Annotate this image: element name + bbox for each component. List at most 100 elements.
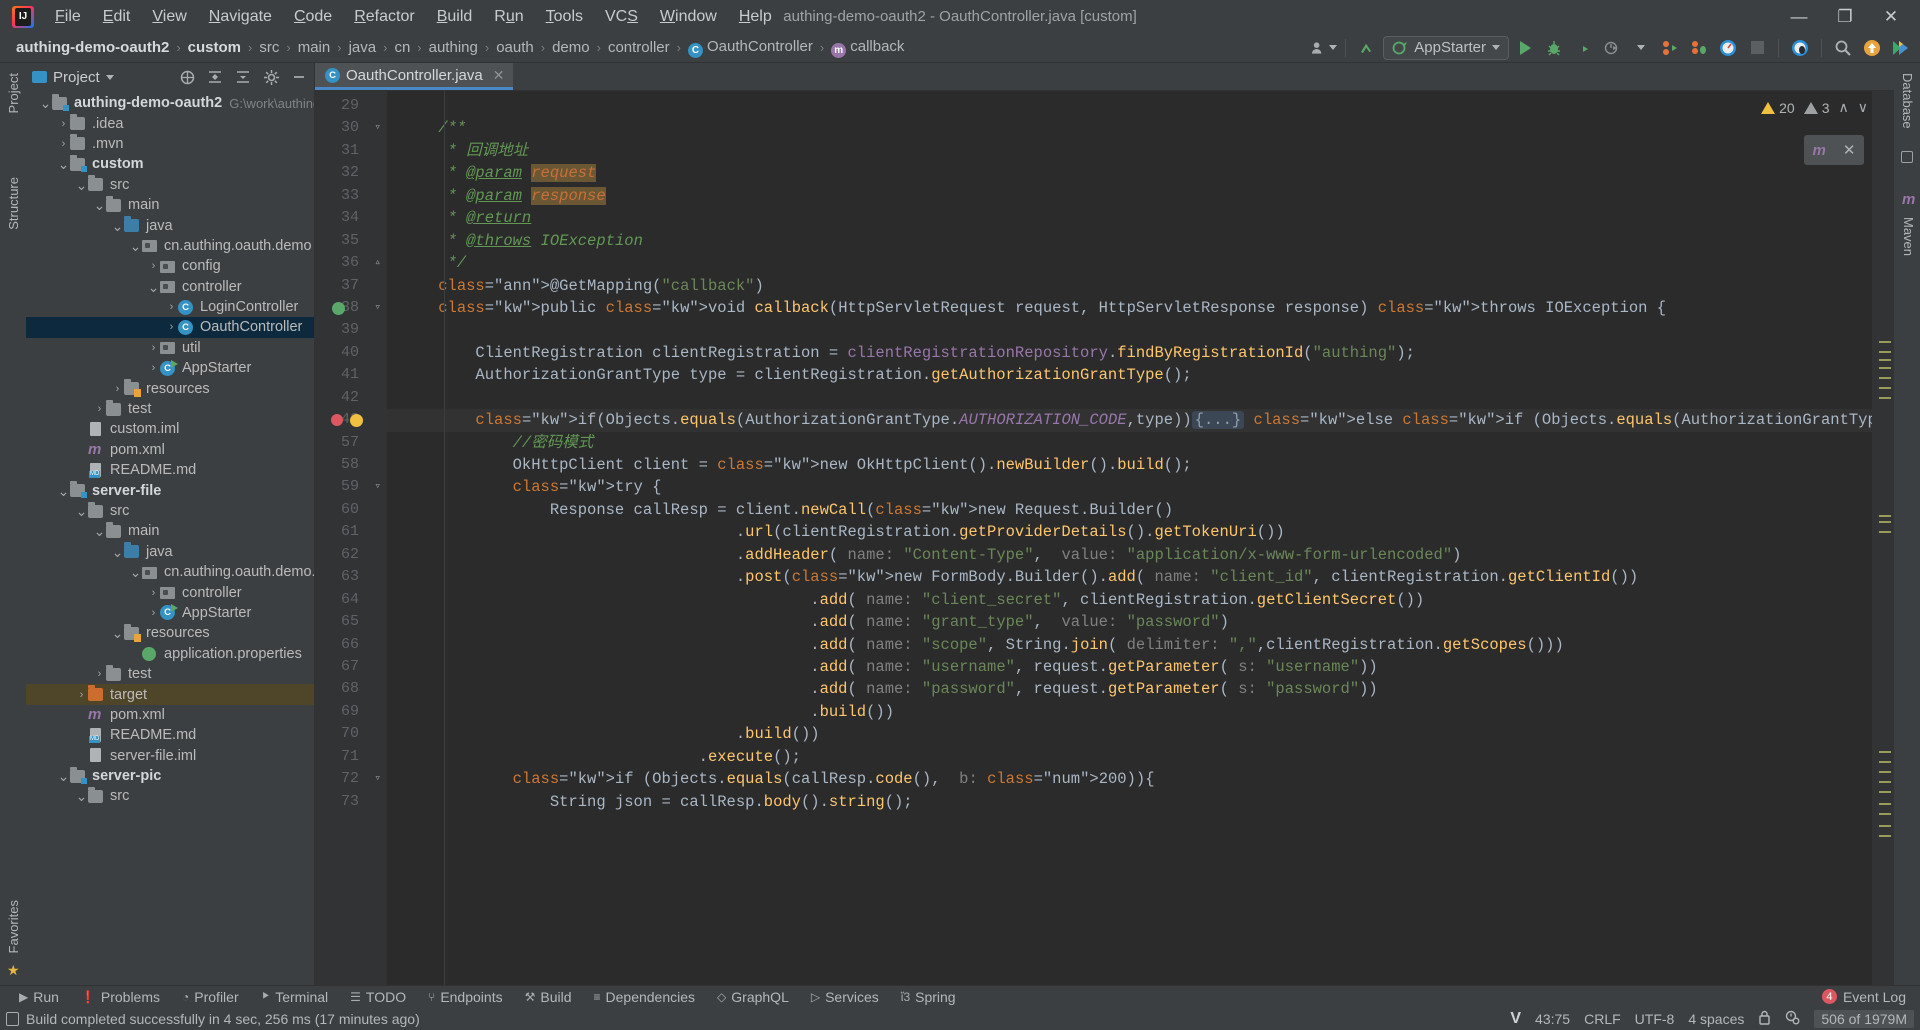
caret-position[interactable]: 43:75 xyxy=(1535,1011,1570,1027)
tree-node-test[interactable]: ›test xyxy=(26,664,314,684)
intention-bulb-icon[interactable] xyxy=(350,414,363,427)
tool-window-todo[interactable]: ☰TODO xyxy=(339,989,417,1005)
tool-window-build[interactable]: ⚒Build xyxy=(514,989,583,1005)
error-stripe-mark[interactable] xyxy=(1879,341,1891,343)
code-line-42[interactable] xyxy=(387,387,1872,409)
chevron-right-icon[interactable]: › xyxy=(93,403,106,415)
chevron-right-icon[interactable]: › xyxy=(57,138,70,150)
tool-window-services[interactable]: ▷Services xyxy=(800,989,890,1005)
gutter-line-31[interactable]: 31 xyxy=(315,140,387,162)
select-opened-file-icon[interactable] xyxy=(176,66,198,88)
code-line-73[interactable]: String json = callResp.body().string(); xyxy=(387,791,1872,813)
chevron-down-icon[interactable]: ⌄ xyxy=(57,487,70,495)
code-line-67[interactable]: .add( name: "username", request.getParam… xyxy=(387,656,1872,678)
next-highlight-icon[interactable]: ∨ xyxy=(1858,99,1868,116)
breadcrumb-item-cn[interactable]: cn xyxy=(392,39,412,56)
gutter-line-60[interactable]: 60 xyxy=(315,499,387,521)
error-stripe-mark[interactable] xyxy=(1879,751,1891,753)
tree-node-readme-md[interactable]: ›README.md xyxy=(26,725,314,745)
tree-node-server-file-iml[interactable]: ›server-file.iml xyxy=(26,746,314,766)
gutter-line-37[interactable]: 37 xyxy=(315,275,387,297)
settings-gear-icon[interactable] xyxy=(260,66,282,88)
menu-window[interactable]: Window xyxy=(649,4,728,30)
code-line-58[interactable]: OkHttpClient client = class="kw">new OkH… xyxy=(387,454,1872,476)
dashboard-debug-icon[interactable] xyxy=(1787,36,1813,60)
code-fold-icon[interactable]: ▿ xyxy=(370,774,381,785)
tree-node-custom[interactable]: ⌄custom xyxy=(26,154,314,174)
code-line-37[interactable]: class="ann">@GetMapping("callback") xyxy=(387,275,1872,297)
chevron-right-icon[interactable]: › xyxy=(165,301,178,313)
tree-node-pom-xml[interactable]: ›mpom.xml xyxy=(26,440,314,460)
gutter-line-59[interactable]: 59▿ xyxy=(315,476,387,498)
code-line-69[interactable]: .build()) xyxy=(387,701,1872,723)
error-stripe-mark[interactable] xyxy=(1879,377,1891,379)
minimap-popup[interactable]: m ✕ xyxy=(1804,135,1864,165)
breadcrumb-item-java[interactable]: java xyxy=(347,39,379,56)
close-icon[interactable]: ✕ xyxy=(1843,141,1856,159)
error-stripe-mark[interactable] xyxy=(1879,771,1891,773)
gutter-line-70[interactable]: 70 xyxy=(315,723,387,745)
weak-warning-count[interactable]: 3 xyxy=(1804,100,1830,116)
error-stripe-mark[interactable] xyxy=(1879,791,1891,793)
tree-node-authing-demo-oauth2[interactable]: ⌄authing-demo-oauth2G:\work\authing xyxy=(26,93,314,113)
code-line-41[interactable]: AuthorizationGrantType type = clientRegi… xyxy=(387,364,1872,386)
code-line-32[interactable]: * @param request xyxy=(387,162,1872,184)
tree-node--mvn[interactable]: ›.mvn xyxy=(26,134,314,154)
menu-navigate[interactable]: Navigate xyxy=(198,4,283,30)
code-line-38[interactable]: class="kw">public class="kw">void callba… xyxy=(387,297,1872,319)
tree-node-application-properties[interactable]: ›application.properties xyxy=(26,644,314,664)
tool-window-spring[interactable]: ἴ3Spring xyxy=(890,989,967,1005)
menu-vcs[interactable]: VCS xyxy=(594,4,649,30)
menu-refactor[interactable]: Refactor xyxy=(343,4,425,30)
event-log-button[interactable]: 4 Event Log xyxy=(1822,989,1912,1005)
tree-node-src[interactable]: ⌄src xyxy=(26,501,314,521)
tree-node-main[interactable]: ⌄main xyxy=(26,521,314,541)
maximize-button[interactable]: ❐ xyxy=(1822,0,1868,33)
tree-node--idea[interactable]: ›.idea xyxy=(26,113,314,133)
code-fold-icon[interactable]: ▿ xyxy=(370,123,381,134)
code-line-43[interactable]: class="kw">if(Objects.equals(Authorizati… xyxy=(387,409,1872,431)
project-tree[interactable]: ⌄authing-demo-oauth2G:\work\authing›.ide… xyxy=(26,91,314,985)
chevron-right-icon[interactable]: › xyxy=(147,342,160,354)
run-configuration-selector[interactable]: AppStarter xyxy=(1383,36,1509,60)
chevron-down-icon[interactable]: ⌄ xyxy=(129,568,142,576)
rail-tab-database[interactable]: Database xyxy=(1897,67,1918,135)
breadcrumb-item-authing[interactable]: authing xyxy=(427,39,480,56)
error-stripe-mark[interactable] xyxy=(1879,813,1891,815)
error-stripe-mark[interactable] xyxy=(1879,359,1891,361)
gutter-line-62[interactable]: 62 xyxy=(315,544,387,566)
gutter-line-33[interactable]: 33 xyxy=(315,185,387,207)
chevron-down-icon[interactable] xyxy=(1492,45,1500,50)
tree-node-controller[interactable]: ⌄controller xyxy=(26,277,314,297)
code-line-35[interactable]: * @throws IOException xyxy=(387,230,1872,252)
search-everywhere-icon[interactable] xyxy=(1830,36,1856,60)
breadcrumb-item-controller[interactable]: controller xyxy=(606,39,672,56)
editor-tab-oauthcontroller[interactable]: C OauthController.java ✕ xyxy=(315,63,513,90)
error-stripe-mark[interactable] xyxy=(1879,367,1891,369)
code-line-63[interactable]: .post(class="kw">new FormBody.Builder().… xyxy=(387,566,1872,588)
gutter-line-38[interactable]: 38▿ xyxy=(315,297,387,319)
chevron-right-icon[interactable]: › xyxy=(165,321,178,333)
gutter-line-73[interactable]: 73 xyxy=(315,791,387,813)
breakpoint-icon[interactable] xyxy=(331,414,343,426)
code-line-33[interactable]: * @param response xyxy=(387,185,1872,207)
breadcrumb-item-demo[interactable]: demo xyxy=(550,39,592,56)
code-line-30[interactable]: /** xyxy=(387,117,1872,139)
code-line-39[interactable] xyxy=(387,319,1872,341)
code-line-40[interactable]: ClientRegistration clientRegistration = … xyxy=(387,342,1872,364)
code-line-36[interactable]: */ xyxy=(387,252,1872,274)
gutter-line-43[interactable]: 43 xyxy=(315,409,387,431)
rail-tab-structure[interactable]: Structure xyxy=(3,171,24,236)
close-button[interactable]: ✕ xyxy=(1868,0,1914,33)
error-stripe-mark[interactable] xyxy=(1879,781,1891,783)
tree-node-readme-md[interactable]: ›README.md xyxy=(26,460,314,480)
code-line-65[interactable]: .add( name: "grant_type", value: "passwo… xyxy=(387,611,1872,633)
code-line-68[interactable]: .add( name: "password", request.getParam… xyxy=(387,678,1872,700)
deploy-application-icon[interactable] xyxy=(1657,36,1683,60)
tool-window-graphql[interactable]: ◇GraphQL xyxy=(706,989,800,1005)
user-account-icon[interactable] xyxy=(1311,36,1337,60)
tree-node-target[interactable]: ›target xyxy=(26,684,314,704)
gutter-line-72[interactable]: 72▿ xyxy=(315,768,387,790)
chevron-right-icon[interactable]: › xyxy=(147,587,160,599)
tree-node-controller[interactable]: ›controller xyxy=(26,582,314,602)
